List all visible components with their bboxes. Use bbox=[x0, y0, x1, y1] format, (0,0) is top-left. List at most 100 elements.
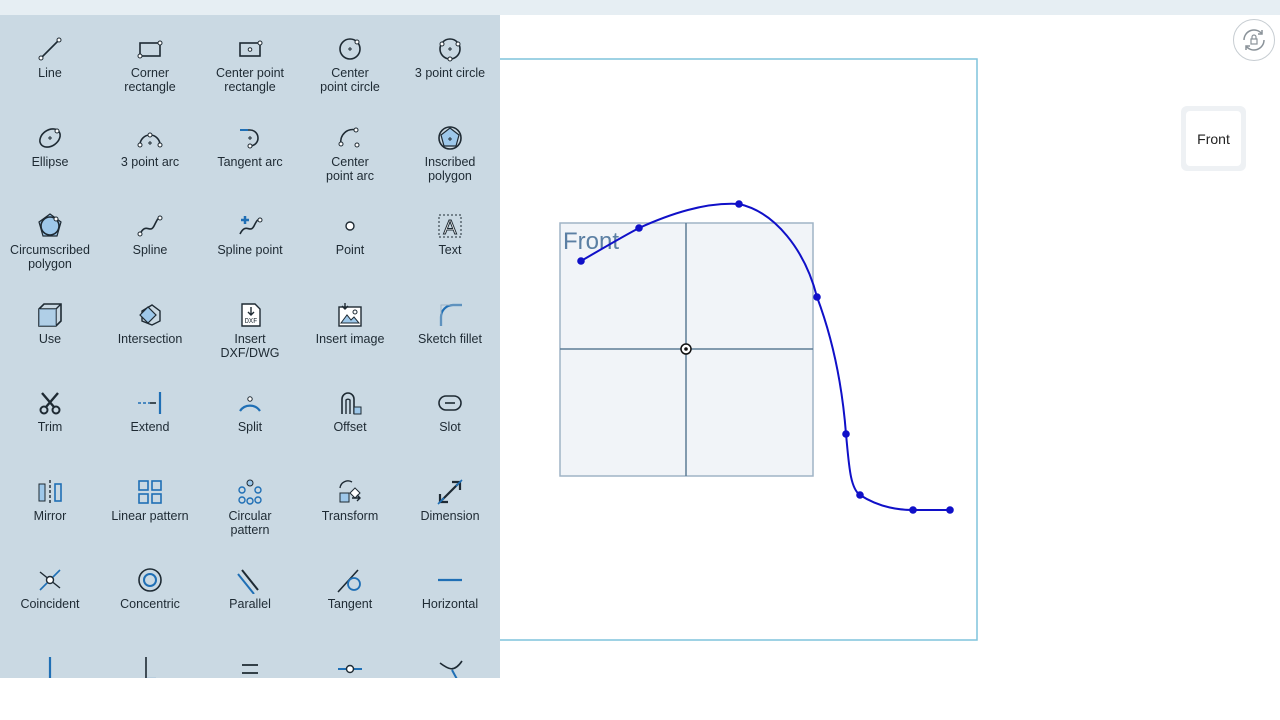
tool-ellipse-button[interactable]: Ellipse bbox=[0, 124, 100, 169]
tool-offset-button[interactable]: Offset bbox=[300, 389, 400, 434]
dimension-icon bbox=[437, 479, 463, 505]
tool-corner-rectangle-button[interactable]: Corner rectangle bbox=[100, 35, 200, 94]
tool-label: Center point arc bbox=[326, 155, 374, 183]
tool-line-button[interactable]: Line bbox=[0, 35, 100, 80]
intersection-icon bbox=[139, 304, 161, 326]
tool-label: Sketch fillet bbox=[418, 332, 482, 346]
tool-point-button[interactable]: Point bbox=[300, 212, 400, 257]
tool-inscribed-polygon-button[interactable]: Inscribed polygon bbox=[400, 124, 500, 183]
center-point-circle-icon bbox=[339, 38, 361, 60]
tool-center-point-rectangle-button[interactable]: Center point rectangle bbox=[200, 35, 300, 94]
spline-point[interactable] bbox=[909, 506, 917, 514]
tool-intersection-button[interactable]: Intersection bbox=[100, 301, 200, 346]
trim-icon bbox=[39, 392, 61, 415]
tool-label: 3 point arc bbox=[120, 155, 180, 169]
rotate-lock-icon bbox=[1243, 29, 1265, 51]
tool-label: Tangent bbox=[327, 597, 373, 611]
tool-parallel-button[interactable]: Parallel bbox=[200, 566, 300, 611]
tool-label: Mirror bbox=[33, 509, 67, 523]
tool-trim-button[interactable]: Trim bbox=[0, 389, 100, 434]
concentric-icon bbox=[138, 568, 162, 592]
tool-tangent-button[interactable]: Tangent bbox=[300, 566, 400, 611]
tool-slot-button[interactable]: Slot bbox=[400, 389, 500, 434]
view-orientation-button[interactable] bbox=[1233, 19, 1275, 61]
svg-text:A: A bbox=[443, 217, 457, 239]
tool-normal-button[interactable] bbox=[400, 655, 500, 678]
tool-label: Spline bbox=[132, 243, 168, 257]
tool-label: Corner rectangle bbox=[124, 66, 176, 94]
tool-label: Ellipse bbox=[31, 155, 69, 169]
tool-mirror-button[interactable]: Mirror bbox=[0, 478, 100, 523]
tool-three-point-circle-button[interactable]: 3 point circle bbox=[400, 35, 500, 80]
tool-label: Offset bbox=[333, 420, 367, 434]
tool-label: Inscribed polygon bbox=[424, 155, 476, 183]
tool-perpendicular-button[interactable] bbox=[100, 655, 200, 678]
tool-vertical-button[interactable] bbox=[0, 655, 100, 678]
tool-concentric-button[interactable]: Concentric bbox=[100, 566, 200, 611]
tool-extend-button[interactable]: Extend bbox=[100, 389, 200, 434]
extend-icon bbox=[138, 392, 162, 414]
spline-point[interactable] bbox=[842, 430, 850, 438]
point-icon bbox=[345, 221, 355, 231]
split-icon bbox=[239, 396, 261, 412]
circular-pattern-icon bbox=[238, 479, 262, 505]
tool-tangent-arc-button[interactable]: Tangent arc bbox=[200, 124, 300, 169]
tool-coincident-button[interactable]: Coincident bbox=[0, 566, 100, 611]
tool-label: Horizontal bbox=[421, 597, 479, 611]
tool-use-button[interactable]: Use bbox=[0, 301, 100, 346]
spline-point[interactable] bbox=[856, 491, 864, 499]
line-icon bbox=[38, 37, 62, 61]
tool-midpoint-button[interactable] bbox=[300, 655, 400, 678]
tool-label: Intersection bbox=[117, 332, 183, 346]
tool-label: 3 point circle bbox=[414, 66, 486, 80]
mirror-icon bbox=[38, 480, 62, 504]
top-toolbar bbox=[0, 0, 1280, 15]
origin-center-dot bbox=[684, 347, 688, 351]
tool-label: Tangent arc bbox=[217, 155, 283, 169]
view-cube-face[interactable]: Front bbox=[1186, 111, 1241, 166]
sketch-tool-palette: Line Corner rectangle Center point rectang… bbox=[0, 15, 500, 678]
tool-circumscribed-polygon-button[interactable]: Circumscribed polygon bbox=[0, 212, 100, 271]
tool-spline-point-button[interactable]: Spline point bbox=[200, 212, 300, 257]
tool-dimension-button[interactable]: Dimension bbox=[400, 478, 500, 523]
tool-label: Linear pattern bbox=[111, 509, 189, 523]
three-point-circle-icon bbox=[439, 38, 461, 62]
tool-label: Coincident bbox=[20, 597, 80, 611]
three-point-arc-icon bbox=[137, 132, 163, 148]
tool-label: Concentric bbox=[120, 597, 180, 611]
tool-sketch-fillet-button[interactable]: Sketch fillet bbox=[400, 301, 500, 346]
spline-icon bbox=[137, 215, 163, 237]
center-point-arc-icon bbox=[338, 127, 360, 148]
tool-split-button[interactable]: Split bbox=[200, 389, 300, 434]
tool-label: Parallel bbox=[229, 597, 271, 611]
perpendicular-icon bbox=[145, 657, 156, 678]
inscribed-polygon-icon bbox=[438, 126, 462, 150]
tool-label: Use bbox=[38, 332, 62, 346]
tool-three-point-arc-button[interactable]: 3 point arc bbox=[100, 124, 200, 169]
parallel-icon bbox=[237, 569, 259, 594]
tool-center-point-circle-button[interactable]: Center point circle bbox=[300, 35, 400, 94]
linear-pattern-icon bbox=[138, 480, 162, 504]
corner-rectangle-icon bbox=[137, 40, 163, 59]
tool-linear-pattern-button[interactable]: Linear pattern bbox=[100, 478, 200, 523]
tool-label: Transform bbox=[321, 509, 379, 523]
spline-point[interactable] bbox=[813, 293, 821, 301]
tool-center-point-arc-button[interactable]: Center point arc bbox=[300, 124, 400, 183]
tool-horizontal-button[interactable]: Horizontal bbox=[400, 566, 500, 611]
tool-insert-dxf-button[interactable]: DXF Insert DXF/DWG bbox=[200, 301, 300, 360]
tool-text-button[interactable]: A Text bbox=[400, 212, 500, 257]
tool-insert-image-button[interactable]: Insert image bbox=[300, 301, 400, 346]
spline-point[interactable] bbox=[946, 506, 954, 514]
spline-point[interactable] bbox=[635, 224, 643, 232]
tool-circular-pattern-button[interactable]: Circular pattern bbox=[200, 478, 300, 537]
tool-equal-button[interactable] bbox=[200, 655, 300, 678]
tool-transform-button[interactable]: Transform bbox=[300, 478, 400, 523]
midpoint-icon bbox=[338, 664, 362, 674]
view-cube[interactable]: Front bbox=[1181, 106, 1246, 171]
tool-label: Slot bbox=[439, 420, 461, 434]
spline-point[interactable] bbox=[735, 200, 743, 208]
horizontal-icon bbox=[438, 578, 462, 582]
spline-point[interactable] bbox=[577, 257, 585, 265]
tool-spline-button[interactable]: Spline bbox=[100, 212, 200, 257]
tool-label: Insert DXF/DWG bbox=[220, 332, 280, 360]
